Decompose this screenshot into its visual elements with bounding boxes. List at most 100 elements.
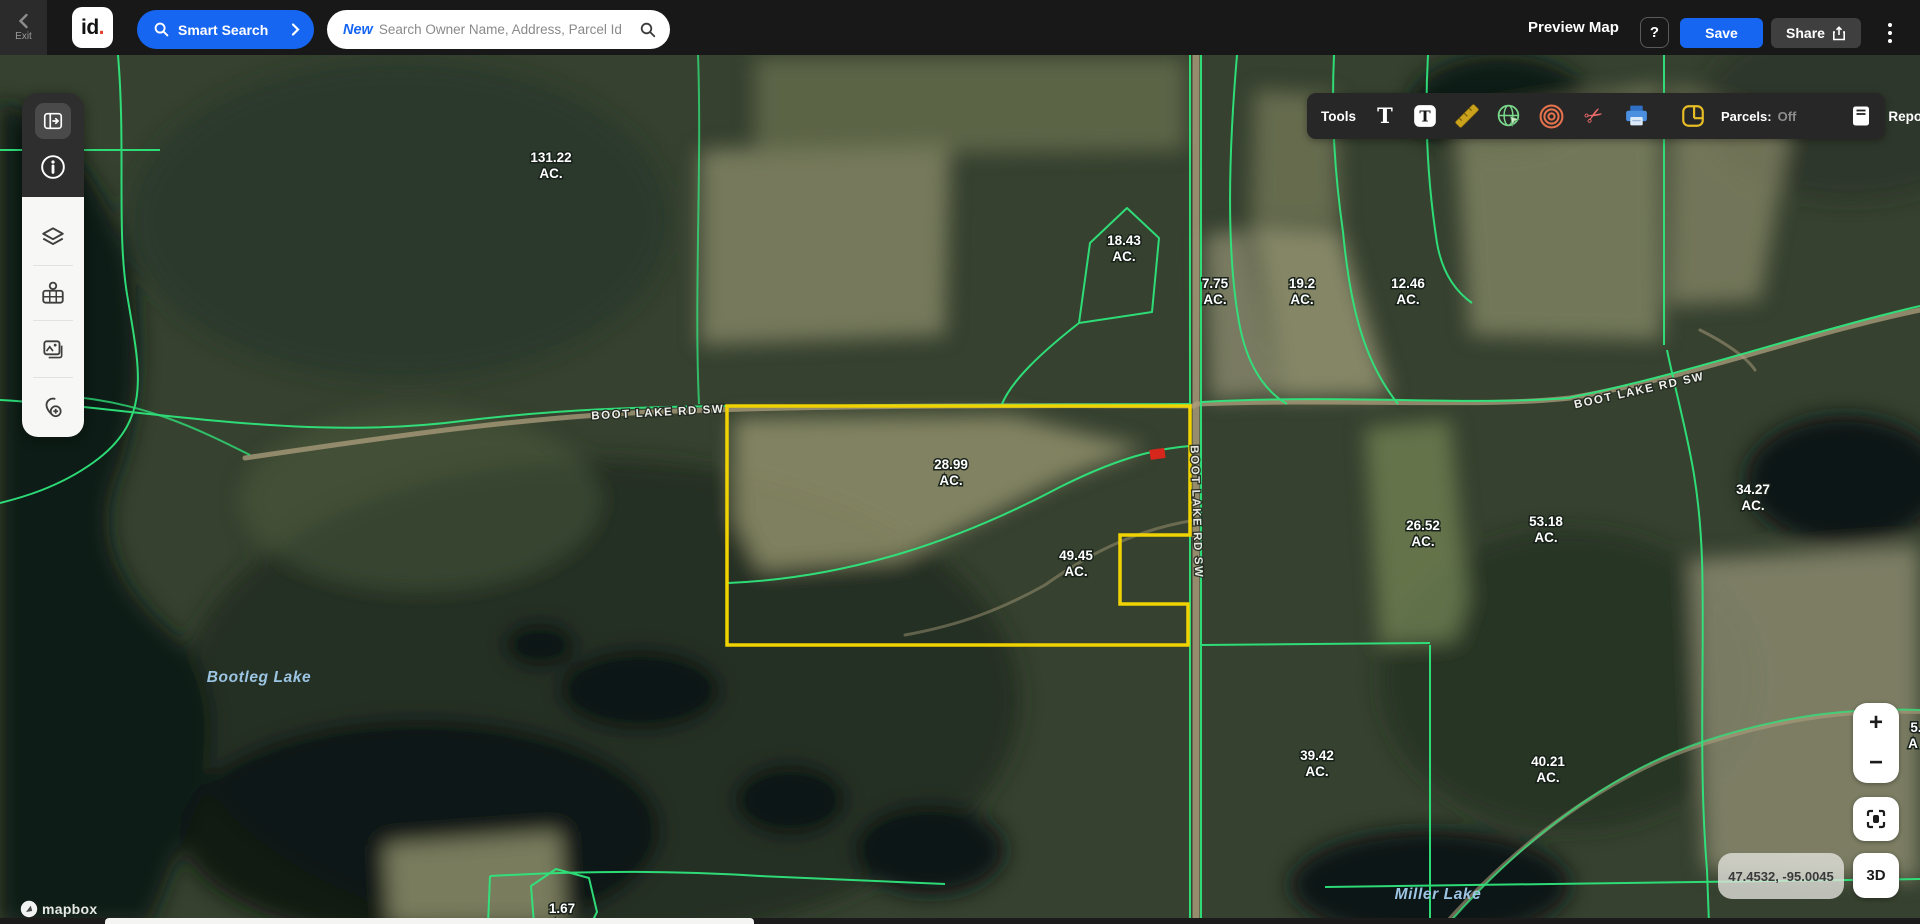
svg-text:AC.: AC. (1305, 764, 1328, 779)
svg-text:AC.: AC. (1112, 249, 1135, 264)
svg-text:40.21: 40.21 (1531, 754, 1565, 769)
zoom-in-button[interactable]: + (1853, 703, 1899, 743)
svg-text:AC.: AC. (1064, 564, 1087, 579)
globe-select-icon (1496, 103, 1523, 130)
svg-text:AC.: AC. (939, 473, 962, 488)
smart-search-label: Smart Search (178, 22, 282, 38)
zoom-out-button[interactable]: − (1853, 743, 1899, 783)
help-button[interactable]: ? (1640, 17, 1669, 48)
sidebar-item-info[interactable] (40, 154, 66, 180)
exit-label: Exit (15, 31, 32, 42)
photo-icon (40, 337, 66, 363)
parcels-icon (1680, 103, 1706, 129)
info-icon (40, 154, 66, 180)
text-label-tool-icon: T (1412, 103, 1438, 129)
left-sidebar (22, 93, 84, 437)
svg-text:12.46: 12.46 (1391, 276, 1425, 291)
parcels-label: Parcels: (1721, 109, 1772, 124)
logo-text: id (81, 16, 99, 40)
svg-text:T: T (1419, 107, 1431, 125)
map-pin-icon (40, 281, 66, 307)
cursor-coordinates: 47.4532, -95.0045 (1718, 853, 1844, 899)
sidebar-divider (33, 377, 73, 378)
map-marker[interactable] (1149, 448, 1165, 460)
sidebar-item-add-location[interactable] (40, 395, 66, 421)
lake-label: Miller Lake (1395, 886, 1482, 903)
sidebar-divider (33, 265, 73, 266)
acreage-label: 7.75AC. (1202, 276, 1229, 307)
svg-text:AC.: AC. (1741, 498, 1764, 513)
smart-search-button[interactable]: Smart Search (137, 10, 314, 49)
recenter-button[interactable] (1853, 797, 1899, 841)
mapbox-label: mapbox (42, 901, 97, 917)
text-tool-button[interactable]: T (1373, 103, 1397, 129)
map-search-box: New (327, 10, 670, 49)
svg-text:1.67: 1.67 (549, 901, 575, 916)
text-label-tool-button[interactable]: T (1412, 103, 1438, 129)
measure-ruler-button[interactable] (1453, 102, 1481, 130)
svg-text:131.22: 131.22 (530, 150, 571, 165)
mapbox-attribution[interactable]: mapbox (20, 900, 97, 918)
preview-map-label: Preview Map (1528, 0, 1619, 55)
share-button[interactable]: Share (1771, 18, 1861, 48)
svg-text:7.75: 7.75 (1202, 276, 1229, 291)
kebab-dot (1888, 39, 1892, 43)
view-3d-button[interactable]: 3D (1853, 853, 1899, 898)
sidebar-light-section (22, 197, 84, 437)
search-icon (154, 22, 169, 37)
lake-label: Bootleg Lake (207, 669, 312, 686)
radius-rings-icon (1538, 103, 1565, 130)
svg-text:49.45: 49.45 (1059, 548, 1093, 563)
svg-text:AC.: AC. (1411, 534, 1434, 549)
map-tools-toolbar: Tools T T (1307, 93, 1885, 139)
radius-rings-button[interactable] (1538, 103, 1565, 130)
parcels-toggle-button[interactable] (1680, 103, 1706, 129)
share-icon (1832, 26, 1846, 41)
print-tool-button[interactable] (1623, 103, 1650, 130)
svg-text:26.52: 26.52 (1406, 518, 1440, 533)
search-input[interactable] (379, 22, 634, 37)
app-logo: id. (72, 7, 113, 48)
map-container[interactable]: 131.22AC. 18.43AC. 7.75AC. 19.2AC. 12.46… (0, 0, 1920, 924)
collapse-panel-icon (42, 110, 64, 132)
sidebar-item-layers[interactable] (40, 224, 66, 250)
svg-text:AC.: AC. (1203, 292, 1226, 307)
svg-text:A: A (1908, 736, 1918, 751)
back-chevron-icon (16, 13, 32, 29)
top-bar: Exit id. Smart Search New Preview Map ? … (0, 0, 1920, 55)
add-location-icon (40, 395, 66, 421)
bottom-strip (0, 918, 1920, 924)
svg-text:39.42: 39.42 (1300, 748, 1334, 763)
search-icon[interactable] (640, 22, 656, 38)
sidebar-item-map-locations[interactable] (40, 281, 66, 307)
svg-text:✂: ✂ (1580, 102, 1608, 130)
svg-text:34.27: 34.27 (1736, 482, 1770, 497)
svg-text:AC.: AC. (1290, 292, 1313, 307)
exit-button[interactable]: Exit (0, 0, 47, 55)
cut-tool-button[interactable]: ✂ (1580, 102, 1608, 130)
logo-dot: . (99, 16, 104, 40)
tools-label: Tools (1321, 109, 1356, 124)
layers-icon (40, 224, 66, 250)
globe-select-button[interactable] (1496, 103, 1523, 130)
svg-text:18.43: 18.43 (1107, 233, 1141, 248)
reports-button[interactable] (1849, 104, 1873, 128)
svg-text:AC.: AC. (1534, 530, 1557, 545)
acreage-label: 19.2AC. (1289, 276, 1315, 307)
svg-text:5.: 5. (1910, 720, 1920, 735)
sidebar-item-collapse-panel[interactable] (35, 103, 71, 139)
kebab-dot (1888, 23, 1892, 27)
sidebar-dark-section (22, 93, 84, 197)
svg-text:AC.: AC. (539, 166, 562, 181)
center-focus-icon (1864, 807, 1888, 831)
svg-text:53.18: 53.18 (1529, 514, 1563, 529)
kebab-dot (1888, 31, 1892, 35)
svg-text:19.2: 19.2 (1289, 276, 1315, 291)
sidebar-item-photos[interactable] (40, 337, 66, 363)
land-id-app: 131.22AC. 18.43AC. 7.75AC. 19.2AC. 12.46… (0, 0, 1920, 924)
scissors-icon: ✂ (1580, 102, 1608, 130)
share-label: Share (1786, 25, 1825, 41)
reports-icon (1849, 104, 1873, 128)
more-menu-button[interactable] (1878, 17, 1902, 48)
save-button[interactable]: Save (1680, 18, 1763, 48)
